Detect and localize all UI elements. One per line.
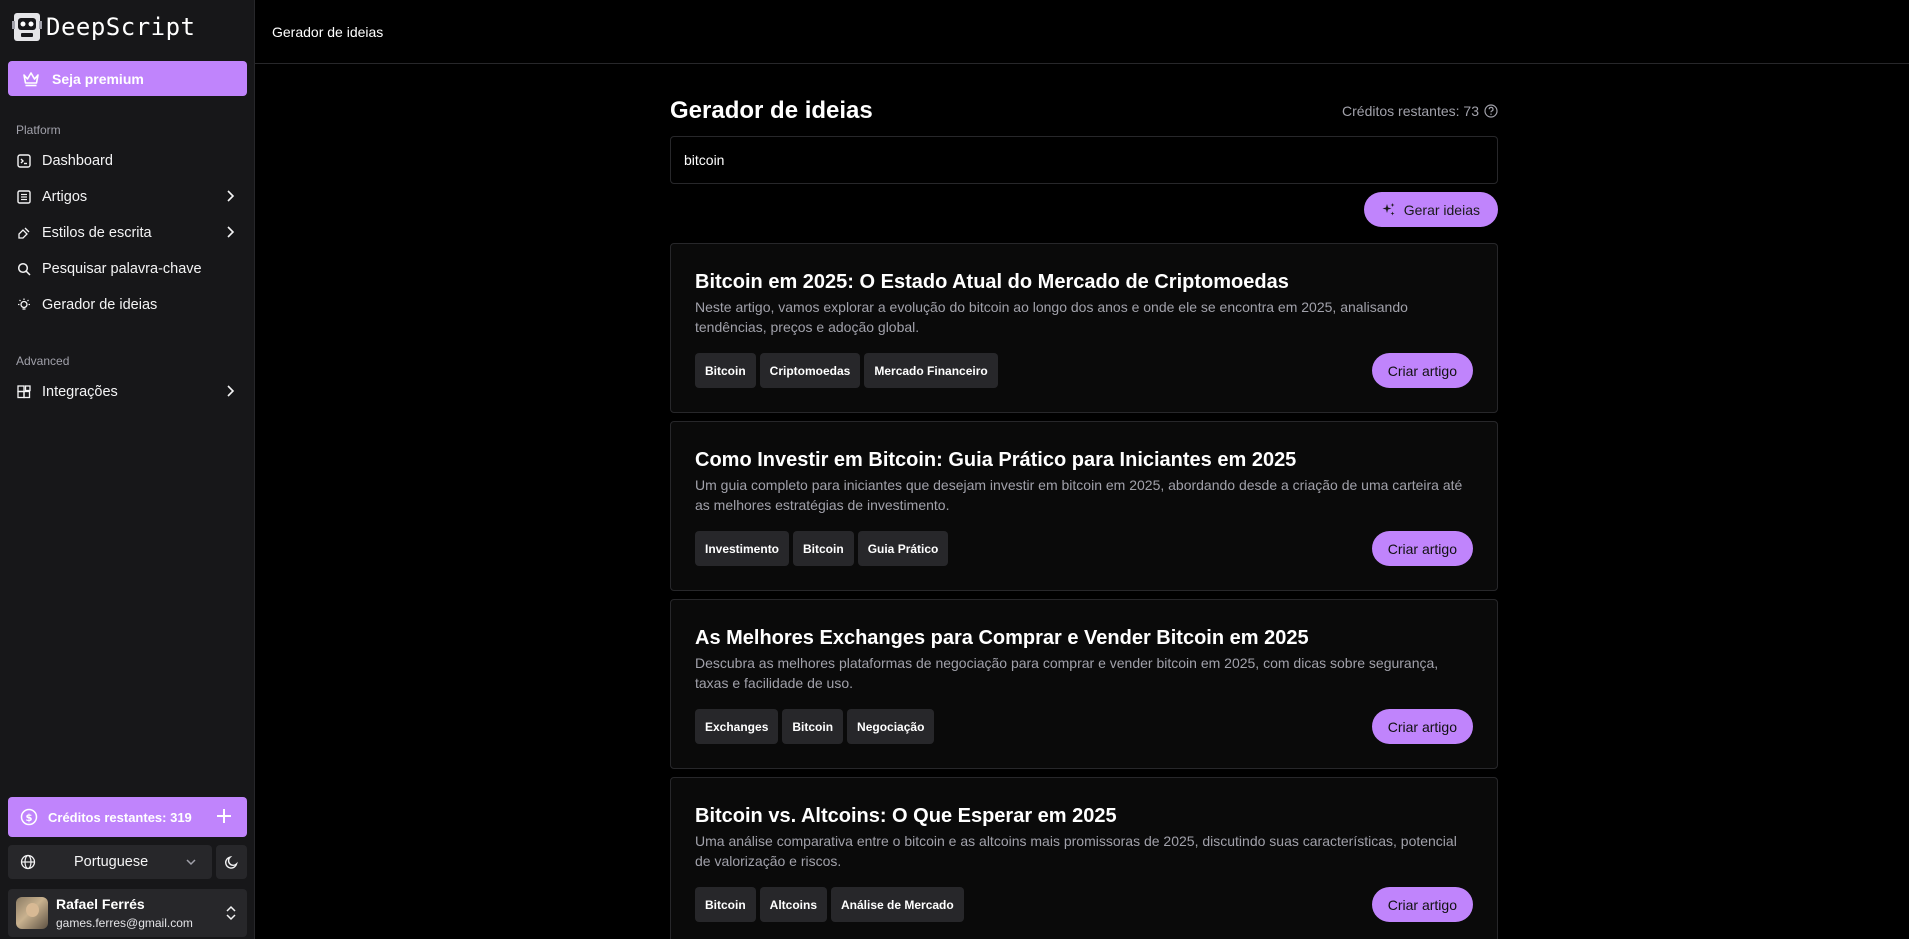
- sidebar-item-label: Gerador de ideias: [42, 297, 158, 313]
- sidebar-item-gerador[interactable]: Gerador de ideias: [8, 289, 247, 321]
- tag: Mercado Financeiro: [864, 353, 998, 388]
- top-bar: Gerador de ideias: [255, 0, 1909, 64]
- tag: Guia Prático: [857, 531, 949, 566]
- topic-input-wrapper: [670, 136, 1498, 184]
- create-article-button[interactable]: Criar artigo: [1371, 531, 1473, 566]
- user-menu[interactable]: Rafael Ferrés games.ferres@gmail.com: [8, 889, 247, 937]
- page-title: Gerador de ideias: [670, 97, 873, 124]
- chevron-right-icon: [225, 189, 235, 203]
- moon-icon: [224, 854, 240, 870]
- idea-card-list: Bitcoin em 2025: O Estado Atual do Merca…: [670, 243, 1498, 939]
- sparkles-icon: [1381, 202, 1396, 217]
- credits-remaining: Créditos restantes: 73: [1342, 103, 1498, 119]
- sidebar-item-label: Integrações: [42, 384, 118, 400]
- idea-card: Bitcoin vs. Altcoins: O Que Esperar em 2…: [670, 777, 1498, 939]
- chevron-right-icon: [225, 384, 235, 398]
- lightbulb-icon: [16, 297, 32, 313]
- tag: Exchanges: [695, 709, 779, 744]
- idea-description: Um guia completo para iniciantes que des…: [695, 477, 1463, 513]
- idea-card: As Melhores Exchanges para Comprar e Ven…: [670, 599, 1498, 769]
- breadcrumb: Gerador de ideias: [272, 23, 384, 40]
- tag: Bitcoin: [782, 709, 844, 744]
- user-name: Rafael Ferrés: [56, 896, 145, 912]
- tag: Negociação: [847, 709, 935, 744]
- sidebar-item-label: Dashboard: [42, 153, 113, 169]
- user-email: games.ferres@gmail.com: [56, 916, 193, 930]
- dollar-circle-icon: $: [20, 808, 38, 826]
- tag: Investimento: [695, 531, 790, 566]
- page-header: Gerador de ideias Créditos restantes: 73: [670, 96, 1498, 126]
- tag: Criptomoedas: [759, 353, 861, 388]
- sidebar-item-integracoes[interactable]: Integrações: [8, 376, 247, 408]
- help-circle-icon[interactable]: [1484, 104, 1498, 118]
- language-select[interactable]: Portuguese: [8, 845, 212, 879]
- tag-list: Bitcoin Criptomoedas Mercado Financeiro: [695, 353, 998, 388]
- create-article-button[interactable]: Criar artigo: [1371, 887, 1473, 922]
- sidebar: DeepScript Seja premium Platform Dashboa…: [0, 0, 255, 939]
- idea-card: Como Investir em Bitcoin: Guia Prático p…: [670, 421, 1498, 591]
- sidebar-item-dashboard[interactable]: Dashboard: [8, 145, 247, 177]
- premium-label: Seja premium: [52, 70, 144, 87]
- terminal-icon: [16, 153, 32, 169]
- svg-text:$: $: [26, 813, 33, 824]
- tag-list: Exchanges Bitcoin Negociação: [695, 709, 935, 744]
- generate-row: Gerar ideias: [670, 192, 1498, 227]
- tag: Bitcoin: [793, 531, 854, 566]
- tag-list: Bitcoin Altcoins Análise de Mercado: [695, 887, 964, 922]
- search-icon: [16, 261, 32, 277]
- chevrons-up-down-icon: [225, 905, 237, 921]
- app-name: DeepScript: [46, 13, 196, 41]
- sidebar-item-estilos[interactable]: Estilos de escrita: [8, 217, 247, 249]
- generate-ideas-button[interactable]: Gerar ideias: [1363, 192, 1498, 227]
- tag: Altcoins: [759, 887, 828, 922]
- tag-list: Investimento Bitcoin Guia Prático: [695, 531, 949, 566]
- idea-description: Descubra as melhores plataformas de nego…: [695, 655, 1439, 691]
- create-article-button[interactable]: Criar artigo: [1371, 709, 1473, 744]
- credits-label: Créditos restantes: 319: [48, 809, 192, 825]
- create-article-button[interactable]: Criar artigo: [1371, 353, 1473, 388]
- app-logo[interactable]: DeepScript: [12, 10, 196, 44]
- platform-section-label: Platform: [16, 123, 61, 137]
- plus-icon[interactable]: [215, 807, 233, 825]
- crown-icon: [22, 71, 40, 87]
- tag: Análise de Mercado: [831, 887, 964, 922]
- credits-button[interactable]: $ Créditos restantes: 319: [8, 797, 247, 837]
- blocks-icon: [16, 384, 32, 400]
- topic-input[interactable]: [684, 152, 1497, 168]
- robot-logo-icon: [12, 11, 42, 43]
- idea-title: As Melhores Exchanges para Comprar e Ven…: [695, 627, 1309, 649]
- globe-icon: [20, 854, 36, 870]
- generate-ideas-label: Gerar ideias: [1403, 201, 1480, 218]
- sidebar-item-label: Artigos: [42, 189, 88, 205]
- theme-toggle-button[interactable]: [216, 845, 247, 879]
- credits-remaining-text: Créditos restantes: 73: [1342, 103, 1479, 119]
- pen-icon: [16, 225, 32, 241]
- sidebar-item-label: Estilos de escrita: [42, 225, 152, 241]
- chevron-down-icon: [184, 855, 198, 869]
- avatar: [16, 897, 48, 929]
- list-icon: [16, 189, 32, 205]
- tag: Bitcoin: [695, 353, 756, 388]
- sidebar-item-pesquisar[interactable]: Pesquisar palavra-chave: [8, 253, 247, 285]
- advanced-section-label: Advanced: [16, 354, 70, 368]
- chevron-right-icon: [225, 225, 235, 239]
- idea-title: Bitcoin em 2025: O Estado Atual do Merca…: [695, 271, 1289, 293]
- main-area: Gerador de ideias Gerador de ideias Créd…: [255, 0, 1909, 939]
- idea-description: Uma análise comparativa entre o bitcoin …: [695, 833, 1457, 869]
- idea-generator-panel: Gerador de ideias Créditos restantes: 73…: [670, 96, 1498, 939]
- idea-card: Bitcoin em 2025: O Estado Atual do Merca…: [670, 243, 1498, 413]
- tag: Bitcoin: [695, 887, 756, 922]
- idea-title: Como Investir em Bitcoin: Guia Prático p…: [695, 449, 1297, 471]
- sidebar-item-artigos[interactable]: Artigos: [8, 181, 247, 213]
- idea-description: Neste artigo, vamos explorar a evolução …: [695, 299, 1408, 335]
- idea-title: Bitcoin vs. Altcoins: O Que Esperar em 2…: [695, 805, 1117, 827]
- sidebar-item-label: Pesquisar palavra-chave: [42, 261, 202, 277]
- language-value: Portuguese: [74, 854, 149, 870]
- premium-button[interactable]: Seja premium: [8, 61, 247, 96]
